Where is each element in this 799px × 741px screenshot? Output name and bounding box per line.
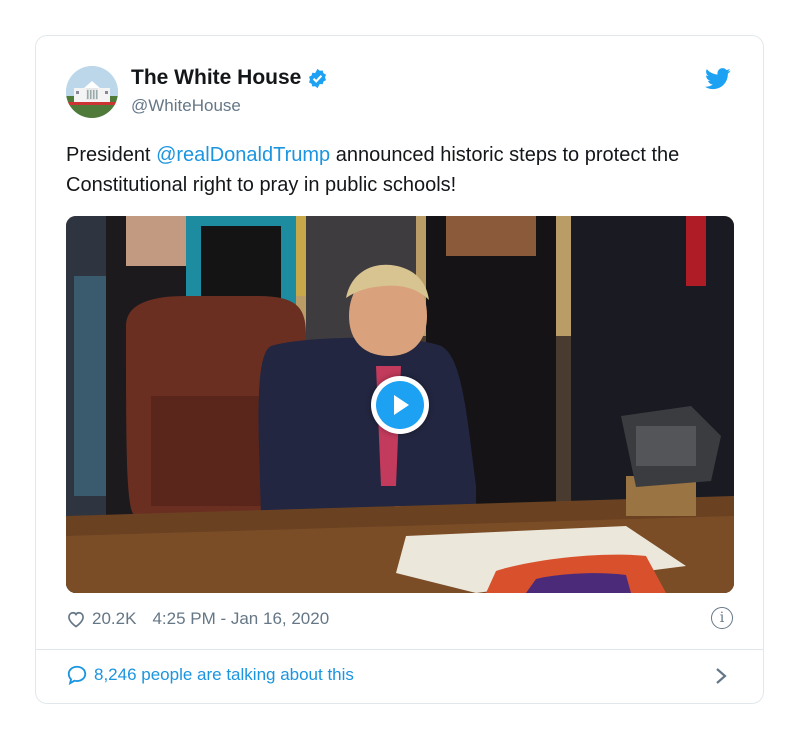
tweet-meta: 20.2K 4:25 PM - Jan 16, 2020: [66, 609, 329, 629]
tweet-text-before: President: [66, 144, 157, 166]
conversation-link[interactable]: 8,246 people are talking about this: [66, 664, 354, 686]
author-handle[interactable]: @WhiteHouse: [131, 96, 241, 116]
heart-icon[interactable]: [66, 609, 86, 629]
like-count[interactable]: 20.2K: [92, 609, 136, 629]
chevron-right-icon[interactable]: [714, 666, 728, 686]
verified-badge-icon: [309, 68, 327, 88]
display-name[interactable]: The White House: [131, 66, 301, 90]
author-name-row[interactable]: The White House: [131, 66, 328, 90]
tweet-card[interactable]: The White House @WhiteHouse President @r…: [35, 35, 764, 704]
conversation-text[interactable]: 8,246 people are talking about this: [94, 665, 354, 685]
divider: [36, 649, 763, 650]
timestamp[interactable]: 4:25 PM - Jan 16, 2020: [152, 609, 329, 629]
play-button[interactable]: [371, 376, 429, 434]
tweet-text: President @realDonaldTrump announced his…: [66, 140, 726, 200]
mention-link[interactable]: @realDonaldTrump: [156, 144, 330, 166]
video-thumbnail[interactable]: [66, 216, 734, 593]
comment-bubble-icon: [67, 665, 87, 686]
avatar[interactable]: [66, 66, 118, 118]
play-icon: [376, 381, 424, 429]
twitter-bird-icon[interactable]: [705, 68, 731, 90]
info-icon[interactable]: i: [711, 607, 733, 629]
